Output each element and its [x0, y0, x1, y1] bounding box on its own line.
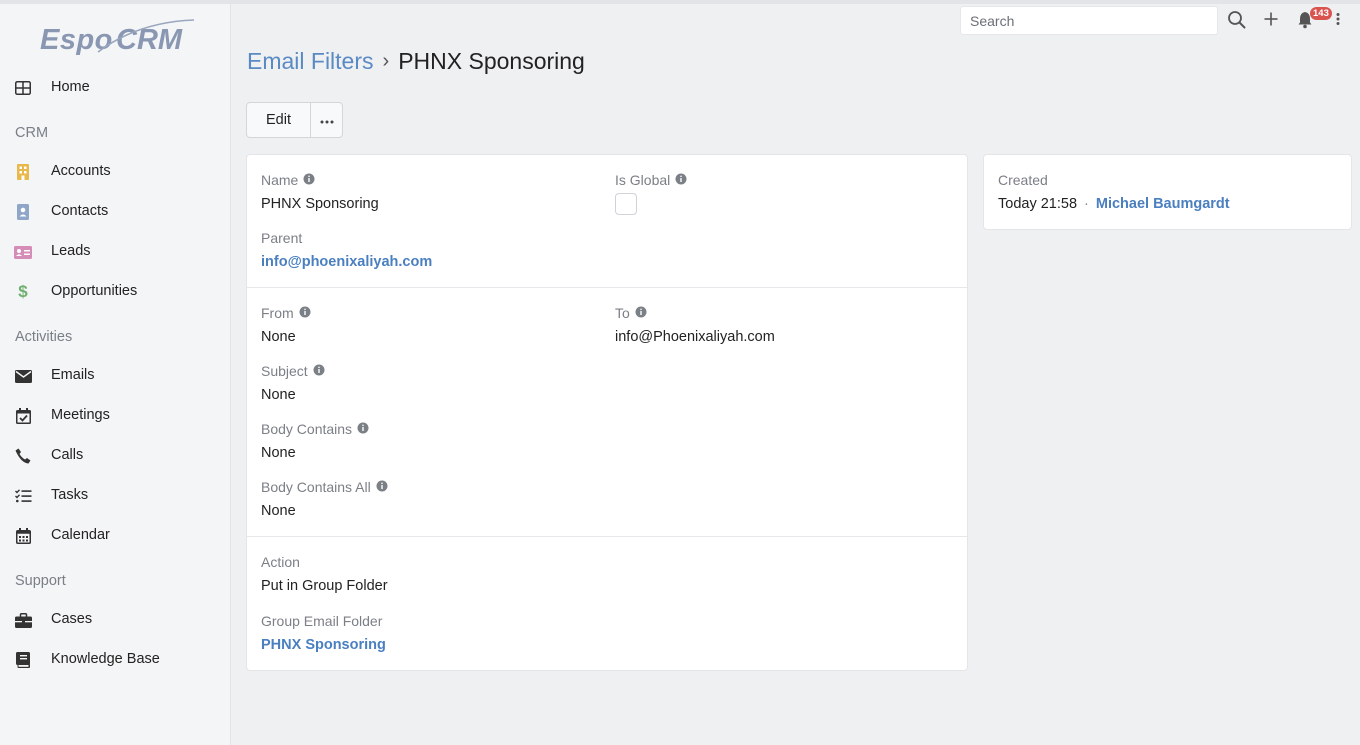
- breadcrumb-link-email-filters[interactable]: Email Filters: [247, 48, 374, 75]
- book-icon: [14, 651, 32, 669]
- info-icon[interactable]: [376, 479, 388, 495]
- section-divider: [247, 287, 967, 288]
- sidebar-item-cases[interactable]: Cases: [0, 602, 230, 638]
- field-value-action: Put in Group Folder: [261, 578, 388, 594]
- field-value-body-contains: None: [261, 445, 296, 461]
- svg-text:Espo: Espo: [40, 24, 113, 56]
- sidebar-item-label: Opportunities: [51, 283, 138, 299]
- info-icon[interactable]: [303, 172, 315, 188]
- home-grid-icon: [14, 79, 32, 97]
- sidebar-item-emails[interactable]: Emails: [0, 358, 230, 394]
- info-icon[interactable]: [313, 363, 325, 379]
- field-value-to: info@Phoenixaliyah.com: [615, 329, 775, 345]
- sidebar-item-opportunities[interactable]: $ Opportunities: [0, 274, 230, 310]
- search-icon[interactable]: [1227, 10, 1247, 30]
- sidebar-item-calls[interactable]: Calls: [0, 438, 230, 474]
- is-global-checkbox[interactable]: [615, 193, 637, 215]
- section-divider: [247, 536, 967, 537]
- more-actions-button[interactable]: [311, 102, 343, 138]
- field-label-from: From: [261, 305, 311, 321]
- created-row: Today 21:58 · Michael Baumgardt: [998, 196, 1230, 212]
- record-detail-panel: Name PHNX Sponsoring Is Global Parent in…: [246, 154, 968, 671]
- sidebar-item-label: Calls: [51, 447, 84, 463]
- sidebar-item-knowledge-base[interactable]: Knowledge Base: [0, 642, 230, 678]
- sidebar-item-label: Home: [51, 79, 90, 95]
- svg-text:CRM: CRM: [116, 24, 183, 56]
- sidebar-item-leads[interactable]: Leads: [0, 234, 230, 270]
- page-title: PHNX Sponsoring: [398, 48, 585, 74]
- sidebar-item-label: Cases: [51, 611, 93, 627]
- field-label-parent: Parent: [261, 230, 303, 246]
- search-input[interactable]: [960, 6, 1218, 35]
- sidebar-group-support: Support: [15, 573, 66, 589]
- field-label-group-email-folder: Group Email Folder: [261, 613, 383, 629]
- sidebar-group-activities: Activities: [15, 329, 73, 345]
- sidebar-item-label: Calendar: [51, 527, 110, 543]
- edit-button[interactable]: Edit: [246, 102, 311, 138]
- id-card-icon: [14, 243, 32, 261]
- sidebar-item-calendar[interactable]: Calendar: [0, 518, 230, 554]
- sidebar-item-label: Contacts: [51, 203, 109, 219]
- sidebar-item-label: Leads: [51, 243, 91, 259]
- field-label-subject: Subject: [261, 363, 325, 379]
- info-icon[interactable]: [635, 305, 647, 321]
- sidebar-item-meetings[interactable]: Meetings: [0, 398, 230, 434]
- ellipsis-icon: [320, 112, 334, 128]
- field-label-to: To: [615, 305, 647, 321]
- sidebar-item-tasks[interactable]: Tasks: [0, 478, 230, 514]
- breadcrumb: Email Filters › PHNX Sponsoring: [247, 48, 585, 75]
- field-value-name: PHNX Sponsoring: [261, 196, 379, 212]
- calendar-check-icon: [14, 407, 32, 425]
- field-value-subject: None: [261, 387, 296, 403]
- chevron-right-icon: ›: [382, 50, 390, 72]
- building-icon: [14, 163, 32, 181]
- add-icon[interactable]: [1262, 10, 1282, 30]
- sidebar-item-label: Tasks: [51, 487, 89, 503]
- dollar-icon: $: [18, 282, 28, 301]
- info-icon[interactable]: [675, 172, 687, 188]
- field-label-name: Name: [261, 172, 315, 188]
- sidebar-item-label: Meetings: [51, 407, 110, 423]
- menu-kebab-icon[interactable]: [1333, 10, 1343, 30]
- record-actions: Edit: [246, 102, 343, 138]
- sidebar-item-label: Emails: [51, 367, 95, 383]
- field-label-created: Created: [998, 172, 1048, 188]
- info-icon[interactable]: [299, 305, 311, 321]
- field-label-body-contains: Body Contains: [261, 421, 369, 437]
- calendar-icon: [14, 527, 32, 545]
- sidebar: Espo CRM Home CRM Accounts Contacts Lead…: [0, 4, 231, 745]
- field-label-action: Action: [261, 554, 300, 570]
- tasks-icon: [14, 487, 32, 505]
- field-value-body-contains-all: None: [261, 503, 296, 519]
- phone-icon: [14, 447, 32, 465]
- envelope-icon: [14, 367, 32, 385]
- notification-badge: 143: [1310, 7, 1332, 20]
- briefcase-icon: [14, 611, 32, 629]
- sidebar-item-home[interactable]: Home: [0, 70, 230, 106]
- sidebar-item-label: Knowledge Base: [51, 651, 160, 667]
- field-value-parent-link[interactable]: info@phoenixaliyah.com: [261, 254, 432, 270]
- created-info-panel: Created Today 21:58 · Michael Baumgardt: [983, 154, 1352, 230]
- espocrm-logo[interactable]: Espo CRM: [38, 18, 198, 58]
- separator-dot: ·: [1084, 196, 1089, 212]
- field-label-body-contains-all: Body Contains All: [261, 479, 388, 495]
- contact-card-icon: [14, 203, 32, 221]
- created-by-user-link[interactable]: Michael Baumgardt: [1096, 196, 1230, 212]
- field-value-group-email-folder-link[interactable]: PHNX Sponsoring: [261, 637, 386, 653]
- sidebar-item-contacts[interactable]: Contacts: [0, 194, 230, 230]
- field-value-from: None: [261, 329, 296, 345]
- field-label-is-global: Is Global: [615, 172, 687, 188]
- created-time: Today 21:58: [998, 196, 1078, 212]
- sidebar-item-accounts[interactable]: Accounts: [0, 154, 230, 190]
- sidebar-group-crm: CRM: [15, 125, 49, 141]
- sidebar-item-label: Accounts: [51, 163, 111, 179]
- info-icon[interactable]: [357, 421, 369, 437]
